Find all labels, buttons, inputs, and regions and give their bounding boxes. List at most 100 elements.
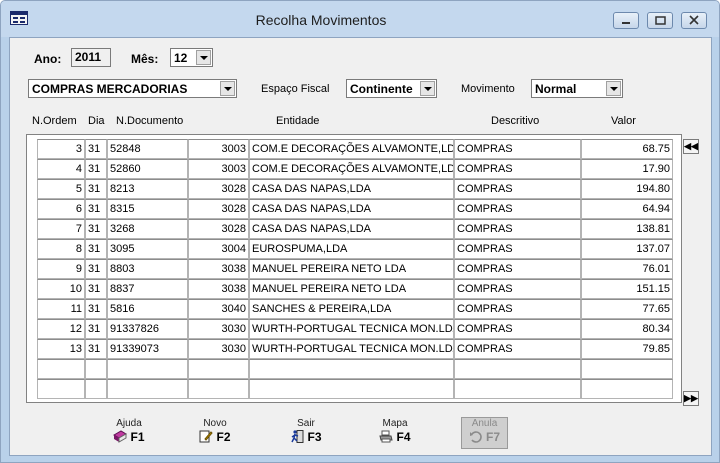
entity-cell[interactable] <box>249 379 454 399</box>
entity-code-cell[interactable] <box>188 359 249 379</box>
table-row[interactable]: 9 31 8803 3038 MANUEL PEREIRA NETO LDA COMPRA… <box>27 259 681 279</box>
order-cell[interactable]: 11 <box>37 299 85 319</box>
entity-code-cell[interactable] <box>188 379 249 399</box>
value-cell[interactable]: 194.80 <box>581 179 673 199</box>
chevron-down-icon[interactable] <box>220 81 235 96</box>
new-button[interactable]: Novo F2 <box>185 418 245 444</box>
description-cell[interactable]: COMPRAS <box>454 239 581 259</box>
category-select[interactable]: COMPRAS MERCADORIAS <box>28 79 237 98</box>
order-cell[interactable]: 10 <box>37 279 85 299</box>
maximize-button[interactable] <box>647 12 673 29</box>
minimize-button[interactable] <box>613 12 639 29</box>
value-cell[interactable] <box>581 379 673 399</box>
entity-code-cell[interactable]: 3003 <box>188 159 249 179</box>
entity-cell[interactable]: CASA DAS NAPAS,LDA <box>249 219 454 239</box>
value-cell[interactable]: 79.85 <box>581 339 673 359</box>
description-cell[interactable]: COMPRAS <box>454 219 581 239</box>
day-cell[interactable]: 31 <box>85 299 107 319</box>
description-cell[interactable] <box>454 379 581 399</box>
entity-cell[interactable]: WURTH-PORTUGAL TECNICA MON.LDA <box>249 339 454 359</box>
entity-code-cell[interactable]: 3030 <box>188 339 249 359</box>
entity-code-cell[interactable]: 3038 <box>188 279 249 299</box>
table-row[interactable]: 5 31 8213 3028 CASA DAS NAPAS,LDA COMPRAS 194.… <box>27 179 681 199</box>
document-cell[interactable]: 8837 <box>107 279 188 299</box>
value-cell[interactable]: 64.94 <box>581 199 673 219</box>
entity-cell[interactable]: CASA DAS NAPAS,LDA <box>249 199 454 219</box>
document-cell[interactable]: 5816 <box>107 299 188 319</box>
entity-code-cell[interactable]: 3028 <box>188 179 249 199</box>
table-row[interactable] <box>27 359 681 379</box>
chevron-down-icon[interactable] <box>606 81 621 96</box>
chevron-down-icon[interactable] <box>196 50 211 65</box>
order-cell[interactable]: 9 <box>37 259 85 279</box>
last-record-button[interactable]: ▶▶ <box>683 391 699 406</box>
entity-cell[interactable]: EUROSPUMA,LDA <box>249 239 454 259</box>
description-cell[interactable] <box>454 359 581 379</box>
description-cell[interactable]: COMPRAS <box>454 259 581 279</box>
table-row[interactable]: 10 31 8837 3038 MANUEL PEREIRA NETO LDA COMPR… <box>27 279 681 299</box>
value-cell[interactable]: 77.65 <box>581 299 673 319</box>
value-cell[interactable]: 76.01 <box>581 259 673 279</box>
value-cell[interactable]: 151.15 <box>581 279 673 299</box>
description-cell[interactable]: COMPRAS <box>454 299 581 319</box>
mes-select[interactable]: 12 <box>170 48 213 67</box>
document-cell[interactable]: 52848 <box>107 139 188 159</box>
table-row[interactable]: 6 31 8315 3028 CASA DAS NAPAS,LDA COMPRAS 64.9… <box>27 199 681 219</box>
day-cell[interactable]: 31 <box>85 279 107 299</box>
table-row[interactable]: 4 31 52860 3003 COM.E DECORAÇÕES ALVAMONTE,L… <box>27 159 681 179</box>
entity-code-cell[interactable]: 3028 <box>188 199 249 219</box>
espaco-fiscal-select[interactable]: Continente <box>346 79 437 98</box>
entity-cell[interactable]: WURTH-PORTUGAL TECNICA MON.LDA <box>249 319 454 339</box>
value-cell[interactable]: 137.07 <box>581 239 673 259</box>
entity-code-cell[interactable]: 3004 <box>188 239 249 259</box>
day-cell[interactable] <box>85 379 107 399</box>
document-cell[interactable]: 91339073 <box>107 339 188 359</box>
entity-cell[interactable] <box>249 359 454 379</box>
value-cell[interactable]: 68.75 <box>581 139 673 159</box>
order-cell[interactable]: 8 <box>37 239 85 259</box>
description-cell[interactable]: COMPRAS <box>454 199 581 219</box>
table-row[interactable]: 11 31 5816 3040 SANCHES & PEREIRA,LDA COMPRAS… <box>27 299 681 319</box>
first-record-button[interactable]: ◀◀ <box>683 139 699 154</box>
day-cell[interactable]: 31 <box>85 159 107 179</box>
movimento-select[interactable]: Normal <box>531 79 623 98</box>
day-cell[interactable]: 31 <box>85 319 107 339</box>
document-cell[interactable] <box>107 379 188 399</box>
entity-cell[interactable]: MANUEL PEREIRA NETO LDA <box>249 279 454 299</box>
order-cell[interactable]: 4 <box>37 159 85 179</box>
description-cell[interactable]: COMPRAS <box>454 279 581 299</box>
exit-button[interactable]: Sair F3 <box>276 418 336 444</box>
table-row[interactable] <box>27 379 681 399</box>
entity-cell[interactable]: COM.E DECORAÇÕES ALVAMONTE,LDA <box>249 159 454 179</box>
value-cell[interactable]: 17.90 <box>581 159 673 179</box>
document-cell[interactable]: 3095 <box>107 239 188 259</box>
day-cell[interactable]: 31 <box>85 259 107 279</box>
close-button[interactable] <box>681 12 707 29</box>
order-cell[interactable] <box>37 379 85 399</box>
entity-code-cell[interactable]: 3028 <box>188 219 249 239</box>
document-cell[interactable] <box>107 359 188 379</box>
document-cell[interactable]: 3268 <box>107 219 188 239</box>
description-cell[interactable]: COMPRAS <box>454 159 581 179</box>
entity-cell[interactable]: CASA DAS NAPAS,LDA <box>249 179 454 199</box>
table-row[interactable]: 3 31 52848 3003 COM.E DECORAÇÕES ALVAMONTE,L… <box>27 139 681 159</box>
document-cell[interactable]: 8315 <box>107 199 188 219</box>
day-cell[interactable]: 31 <box>85 139 107 159</box>
description-cell[interactable]: COMPRAS <box>454 319 581 339</box>
entity-code-cell[interactable]: 3003 <box>188 139 249 159</box>
entity-cell[interactable]: MANUEL PEREIRA NETO LDA <box>249 259 454 279</box>
order-cell[interactable]: 7 <box>37 219 85 239</box>
value-cell[interactable]: 80.34 <box>581 319 673 339</box>
day-cell[interactable]: 31 <box>85 219 107 239</box>
day-cell[interactable]: 31 <box>85 339 107 359</box>
table-row[interactable]: 7 31 3268 3028 CASA DAS NAPAS,LDA COMPRAS 138.… <box>27 219 681 239</box>
map-button[interactable]: Mapa F4 <box>365 418 425 444</box>
document-cell[interactable]: 8213 <box>107 179 188 199</box>
chevron-down-icon[interactable] <box>420 81 435 96</box>
order-cell[interactable]: 3 <box>37 139 85 159</box>
order-cell[interactable]: 12 <box>37 319 85 339</box>
table-row[interactable]: 13 31 91339073 3030 WURTH-PORTUGAL TECNICA M… <box>27 339 681 359</box>
table-row[interactable]: 12 31 91337826 3030 WURTH-PORTUGAL TECNICA M… <box>27 319 681 339</box>
table-row[interactable]: 8 31 3095 3004 EUROSPUMA,LDA COMPRAS 137.07 <box>27 239 681 259</box>
entity-code-cell[interactable]: 3038 <box>188 259 249 279</box>
